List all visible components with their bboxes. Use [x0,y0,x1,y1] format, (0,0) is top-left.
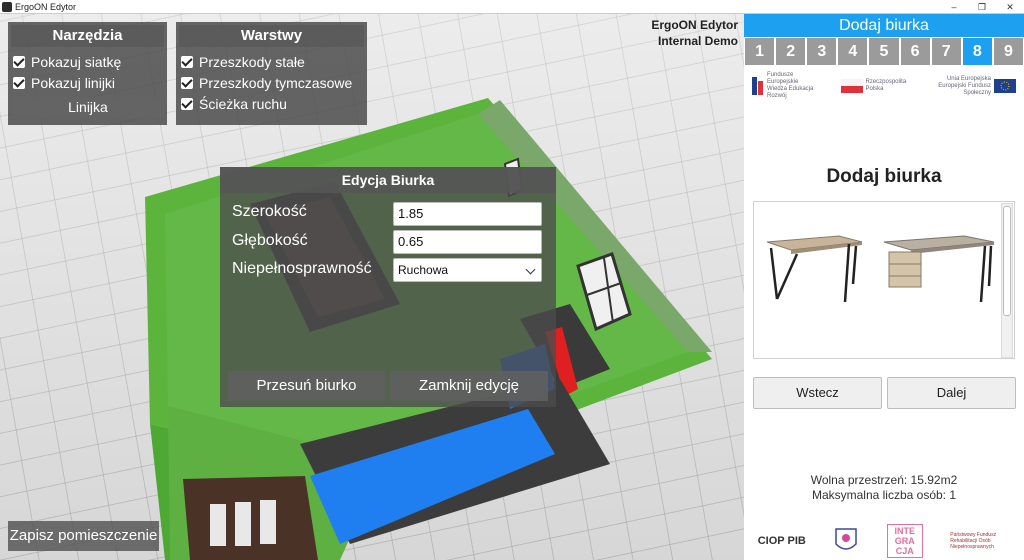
eu-flag-icon [994,79,1016,93]
logo-integracja: INTE GRA CJA [886,524,923,558]
step-tab-6[interactable]: 6 [900,38,930,65]
disability-select[interactable]: Ruchowa [393,258,542,282]
partner-logos: CIOP PIB INTE GRA CJA Państwowy Fundusz … [744,522,1024,560]
logo-eu: Unia Europejska Europejski Fundusz Społe… [931,76,1016,97]
width-input[interactable]: 1.85 [393,202,542,226]
edit-dialog-title: Edycja Biurka [220,167,556,193]
step-tab-4[interactable]: 4 [838,38,868,65]
checkbox-checked-icon[interactable] [181,97,193,110]
close-edit-button[interactable]: Zamknij edycję [390,371,548,401]
layer-label: Przeszkody tymczasowe [199,74,353,91]
checkbox-checked-icon[interactable] [181,76,193,89]
gallery-scroll-thumb[interactable] [1003,206,1011,316]
depth-input[interactable]: 0.65 [393,230,542,254]
logo-eu-funds-text: Fundusze Europejskie Wiedza Edukacja Roz… [767,72,814,99]
chevron-down-icon [525,264,536,275]
layer-temporary-obstacles-checkbox[interactable]: Przeszkody tymczasowe [176,72,367,93]
poland-flag-icon [840,79,863,93]
free-space-text: Wolna przestrzeń: 15.92m2 [810,473,958,487]
app-icon [2,1,12,12]
step-tab-8[interactable]: 8 [962,38,992,65]
step-tab-5[interactable]: 5 [869,38,899,65]
step-tab-1[interactable]: 1 [745,38,775,65]
3d-viewport[interactable]: Narzędzia Pokazuj siatkę Pokazuj linijki… [0,14,744,560]
disability-select-value: Ruchowa [398,263,449,277]
depth-label: Głębokość [232,232,308,249]
gallery-scrollbar[interactable] [1001,203,1013,358]
step-tabs: 1 2 3 4 5 6 7 8 9 [744,37,1024,65]
room-info: Wolna przestrzeń: 15.92m2 Maksymalna lic… [744,473,1024,503]
layers-panel-title: Warstwy [179,25,364,47]
next-button[interactable]: Dalej [887,377,1016,409]
window-pane-3 [260,500,276,544]
demo-label-line1: ErgoON Edytor [651,18,738,32]
emblem-icon [835,528,858,550]
window-pane-2 [235,502,251,546]
restore-icon[interactable]: ❐ [968,0,996,14]
step-tab-3[interactable]: 3 [807,38,837,65]
checkbox-checked-icon[interactable] [13,76,25,89]
layer-label: Przeszkody stałe [199,53,305,70]
close-icon[interactable]: ✕ [996,0,1024,14]
desk-edit-dialog: Edycja Biurka Szerokość 1.85 Głębokość 0… [220,167,556,407]
width-label: Szerokość [232,203,307,220]
show-grid-label: Pokazuj siatkę [31,53,122,70]
show-rulers-label: Pokazuj linijki [31,74,116,91]
desk-option-drawers[interactable] [883,235,995,303]
tools-panel: Narzędzia Pokazuj siatkę Pokazuj linijki… [8,22,167,125]
eu-logos: Fundusze Europejskie Wiedza Edukacja Roz… [752,71,1016,101]
move-desk-button[interactable]: Przesuń biurko [228,371,385,401]
window-title: ErgoON Edytor [15,1,77,12]
checkbox-checked-icon[interactable] [181,55,193,68]
layer-label: Ścieżka ruchu [199,95,287,112]
logo-eu-text: Unia Europejska Europejski Fundusz Społe… [938,75,991,96]
demo-label-line2: Internal Demo [657,34,738,48]
logo-pfron: Państwowy Fundusz Rehabilitacji Osób Nie… [950,532,997,550]
save-room-button[interactable]: Zapisz pomieszczenie [8,521,159,551]
ruler-button[interactable]: Linijka [12,97,164,118]
tools-panel-title: Narzędzia [11,25,164,47]
logo-poland-text: Rzeczpospolita Polska [865,79,907,92]
layer-movement-path-checkbox[interactable]: Ścieżka ruchu [176,93,367,114]
side-panel: Dodaj biurka 1 2 3 4 5 6 7 8 9 Fundusze … [744,14,1024,560]
disability-label: Niepełnosprawność [232,260,372,277]
window-controls: – ❐ ✕ [940,0,1024,14]
step-tab-2[interactable]: 2 [776,38,806,65]
window-pane-1 [210,504,226,546]
logo-ciop-pib: CIOP PIB [757,535,806,547]
checkbox-checked-icon[interactable] [13,55,25,68]
eu-funds-icon [752,77,763,95]
demo-label: ErgoON Edytor Internal Demo [651,17,738,49]
show-grid-checkbox[interactable]: Pokazuj siatkę [8,51,167,72]
show-rulers-checkbox[interactable]: Pokazuj linijki [8,72,167,93]
disability-field-row: Niepełnosprawność [232,260,392,278]
side-panel-title: Dodaj biurka [826,166,942,187]
window-titlebar: ErgoON Edytor – ❐ ✕ [0,0,1024,14]
minimize-icon[interactable]: – [940,0,968,14]
side-panel-header: Dodaj biurka [744,14,1024,37]
layer-fixed-obstacles-checkbox[interactable]: Przeszkody stałe [176,51,367,72]
desk-option-simple[interactable] [766,235,863,303]
layers-panel: Warstwy Przeszkody stałe Przeszkody tymc… [176,22,367,125]
desk-gallery[interactable] [753,201,1015,359]
step-tab-9[interactable]: 9 [993,38,1023,65]
logo-poland: Rzeczpospolita Polska [840,79,907,93]
logo-eu-funds: Fundusze Europejskie Wiedza Edukacja Roz… [752,72,815,100]
step-tab-7[interactable]: 7 [931,38,961,65]
width-field-row: Szerokość [232,203,392,221]
desk-thumbnails [766,235,995,303]
depth-field-row: Głębokość [232,232,392,250]
back-button[interactable]: Wstecz [753,377,882,409]
max-people-text: Maksymalna liczba osób: 1 [811,488,957,502]
